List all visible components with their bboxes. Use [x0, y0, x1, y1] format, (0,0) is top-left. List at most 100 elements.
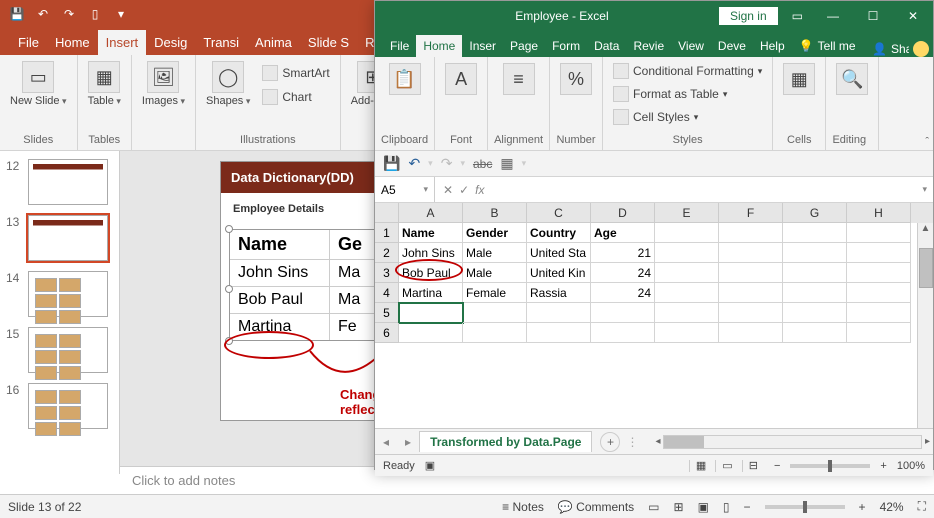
xl-tab-review[interactable]: Revie [626, 35, 671, 57]
redo-icon[interactable]: ↷ [60, 5, 78, 23]
xl-tab-page[interactable]: Page [503, 35, 545, 57]
cancel-icon[interactable]: ✕ [443, 183, 453, 197]
row-header[interactable]: 2 [375, 243, 399, 263]
thumb-14[interactable]: 14 [6, 271, 113, 317]
xl-tab-formulas[interactable]: Form [545, 35, 587, 57]
cell[interactable] [783, 263, 847, 283]
zoom-slider[interactable] [765, 505, 845, 509]
col-F[interactable]: F [719, 203, 783, 223]
xl-tab-file[interactable]: File [383, 35, 416, 57]
sheet-tab[interactable]: Transformed by Data.Page [419, 431, 592, 452]
comments-button[interactable]: 💬 Comments [558, 500, 634, 514]
tab-slideshow[interactable]: Slide S [300, 30, 357, 55]
tab-transitions[interactable]: Transi [195, 30, 247, 55]
cell[interactable]: 24 [591, 263, 655, 283]
col-B[interactable]: B [463, 203, 527, 223]
scroll-right-icon[interactable]: ▸ [922, 436, 933, 447]
enter-icon[interactable]: ✓ [459, 183, 469, 197]
tab-home[interactable]: Home [47, 30, 98, 55]
share-button[interactable]: 👤Share [872, 41, 929, 57]
cell[interactable]: 24 [591, 283, 655, 303]
images-button[interactable]: 🖼 Images [138, 59, 189, 109]
cell[interactable] [655, 323, 719, 343]
cell[interactable] [399, 303, 463, 323]
cell-styles-button[interactable]: Cell Styles ▾ [609, 107, 766, 127]
tab-insert[interactable]: Insert [98, 30, 147, 55]
cell[interactable]: Country [527, 223, 591, 243]
undo-more-icon[interactable]: ▾ [428, 158, 433, 169]
sheet-nav-next-icon[interactable]: ▸ [397, 435, 419, 449]
thumb-15[interactable]: 15 [6, 327, 113, 373]
cell[interactable] [847, 263, 911, 283]
redo-icon[interactable]: ↷ [441, 155, 453, 172]
resize-handle-w[interactable] [225, 285, 233, 293]
xl-tab-data[interactable]: Data [587, 35, 626, 57]
cell[interactable]: Martina [399, 283, 463, 303]
vertical-scrollbar[interactable]: ▲ [917, 223, 933, 428]
row-header[interactable]: 6 [375, 323, 399, 343]
cell[interactable] [783, 323, 847, 343]
undo-icon[interactable]: ↶ [34, 5, 52, 23]
clipboard-button[interactable]: 📋 [381, 61, 428, 97]
cell[interactable]: United Sta [527, 243, 591, 263]
cell[interactable] [783, 223, 847, 243]
maximize-button[interactable]: ☐ [853, 1, 893, 31]
grid-row[interactable]: 6 [375, 323, 933, 343]
xl-tab-help[interactable]: Help [753, 35, 792, 57]
tell-me-button[interactable]: 💡Tell me [792, 35, 863, 57]
table-button[interactable]: ▦ Table [84, 59, 125, 109]
sheet-nav-prev-icon[interactable]: ◂ [375, 435, 397, 449]
thumb-13[interactable]: 13 [6, 215, 113, 261]
row-header[interactable]: 1 [375, 223, 399, 243]
col-C[interactable]: C [527, 203, 591, 223]
cell[interactable] [527, 323, 591, 343]
scroll-up-icon[interactable]: ▲ [918, 223, 933, 234]
xl-tab-insert[interactable]: Inser [462, 35, 503, 57]
cell[interactable] [847, 283, 911, 303]
save-icon[interactable]: 💾 [383, 155, 400, 172]
view-slideshow-icon[interactable]: ▯ [723, 500, 730, 514]
cell[interactable] [655, 263, 719, 283]
cell[interactable] [719, 223, 783, 243]
zoom-level[interactable]: 100% [897, 460, 925, 472]
minimize-button[interactable]: — [813, 1, 853, 31]
grid-row[interactable]: 1NameGenderCountryAge [375, 223, 933, 243]
tab-design[interactable]: Desig [146, 30, 195, 55]
cell[interactable] [847, 223, 911, 243]
borders-icon[interactable]: ▦ [500, 155, 513, 172]
format-as-table-button[interactable]: Format as Table ▾ [609, 84, 766, 104]
qat-customize-icon[interactable]: ▾ [522, 158, 527, 169]
cell[interactable] [655, 303, 719, 323]
cell[interactable] [719, 243, 783, 263]
slide-thumbnails[interactable]: 12 13 14 15 16 [0, 151, 120, 474]
add-sheet-button[interactable]: + [600, 432, 620, 452]
macro-record-icon[interactable]: ▣ [425, 459, 435, 472]
cell[interactable] [719, 263, 783, 283]
cell[interactable] [591, 323, 655, 343]
xl-tab-home[interactable]: Home [416, 35, 462, 57]
cell[interactable] [399, 323, 463, 343]
ribbon-display-options-icon[interactable]: ▭ [788, 9, 807, 23]
view-page-break-icon[interactable]: ⊟ [742, 460, 764, 472]
view-normal-icon[interactable]: ▦ [689, 460, 712, 472]
zoom-out-icon[interactable]: − [774, 460, 780, 472]
scroll-thumb[interactable] [919, 248, 933, 288]
cell[interactable] [783, 303, 847, 323]
cell[interactable] [591, 303, 655, 323]
view-sorter-icon[interactable]: ⊞ [674, 500, 684, 514]
font-button[interactable]: A [441, 61, 481, 97]
collapse-ribbon-icon[interactable]: ˆ [925, 136, 929, 148]
cells-button[interactable]: ▦ [779, 61, 819, 97]
col-E[interactable]: E [655, 203, 719, 223]
row-header[interactable]: 4 [375, 283, 399, 303]
col-D[interactable]: D [591, 203, 655, 223]
signin-button[interactable]: Sign in [719, 7, 778, 25]
cell[interactable] [527, 303, 591, 323]
zoom-out-icon[interactable]: − [744, 500, 751, 514]
cell[interactable] [719, 303, 783, 323]
strikethrough-icon[interactable]: abc [473, 157, 492, 171]
cell[interactable] [463, 323, 527, 343]
col-A[interactable]: A [399, 203, 463, 223]
thumb-12[interactable]: 12 [6, 159, 113, 205]
name-box[interactable]: A5 ▾ [375, 177, 435, 202]
